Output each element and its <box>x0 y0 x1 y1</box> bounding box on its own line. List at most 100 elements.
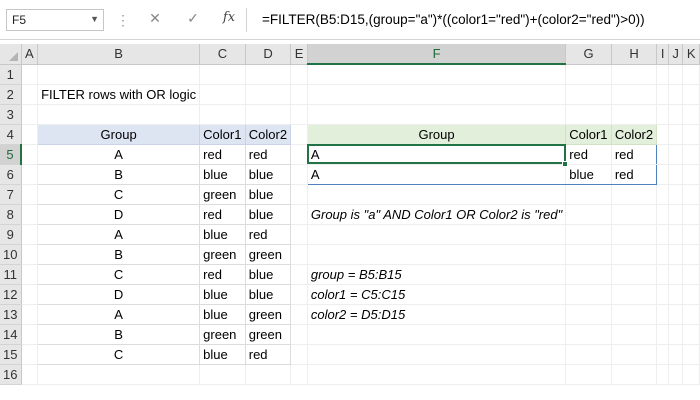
output-cell[interactable]: red <box>611 164 658 185</box>
cell[interactable] <box>307 364 567 385</box>
drag-handle-icon[interactable]: ⋮ <box>116 12 131 29</box>
cell[interactable] <box>565 84 612 105</box>
source-cell[interactable]: blue <box>199 163 246 185</box>
name-box[interactable]: F5 ▼ <box>6 9 104 31</box>
insert-function-icon[interactable]: fx <box>220 10 238 25</box>
cell[interactable] <box>682 364 700 385</box>
cell[interactable] <box>565 224 612 245</box>
cell[interactable] <box>565 324 612 345</box>
cell[interactable] <box>290 84 308 105</box>
cell[interactable] <box>21 264 39 285</box>
cell[interactable] <box>290 324 308 345</box>
cell[interactable] <box>668 224 684 245</box>
cell[interactable] <box>307 84 567 105</box>
cell[interactable] <box>307 184 567 205</box>
cell[interactable] <box>21 364 39 385</box>
named-range-color2[interactable]: color2 = D5:D15 <box>307 304 567 325</box>
cell[interactable] <box>565 184 612 205</box>
source-cell[interactable]: blue <box>244 283 292 305</box>
cell[interactable] <box>668 204 684 225</box>
cell[interactable] <box>199 64 246 85</box>
cell[interactable] <box>245 364 292 385</box>
cell[interactable] <box>668 104 684 125</box>
cancel-icon[interactable]: ✕ <box>146 10 164 27</box>
cell[interactable] <box>245 84 292 105</box>
cell[interactable] <box>682 64 700 85</box>
cell[interactable] <box>199 84 246 105</box>
cell[interactable] <box>611 244 658 265</box>
cell[interactable] <box>682 184 700 205</box>
sheet-title[interactable]: FILTER rows with OR logic <box>37 84 201 105</box>
column-header-c[interactable]: C <box>199 44 246 65</box>
column-header-a[interactable]: A <box>21 44 39 65</box>
cell[interactable] <box>682 244 700 265</box>
cell[interactable] <box>290 244 308 265</box>
cell[interactable] <box>668 264 684 285</box>
cell[interactable] <box>37 104 201 125</box>
cell[interactable] <box>21 64 39 85</box>
cell[interactable] <box>656 244 669 265</box>
output-cell[interactable]: red <box>565 143 612 165</box>
cell[interactable] <box>21 324 39 345</box>
cell[interactable] <box>245 104 292 125</box>
cell[interactable] <box>682 124 700 145</box>
source-cell[interactable]: blue <box>244 203 292 225</box>
cell[interactable] <box>611 364 658 385</box>
output-header-color1[interactable]: Color1 <box>565 123 612 145</box>
cell[interactable] <box>611 204 658 225</box>
row-header-5[interactable]: 5 <box>0 144 23 165</box>
source-cell[interactable]: C <box>37 263 201 285</box>
source-cell[interactable]: green <box>199 183 246 205</box>
cell[interactable] <box>682 144 700 165</box>
cell[interactable] <box>656 64 669 85</box>
row-header-3[interactable]: 3 <box>0 104 22 125</box>
source-cell[interactable]: C <box>37 183 201 205</box>
cell[interactable] <box>656 324 669 345</box>
cell[interactable] <box>290 344 308 365</box>
worksheet-grid[interactable]: A B C D E F G H I J K 1 2 FILTER rows wi… <box>0 44 700 400</box>
cell[interactable] <box>37 64 201 85</box>
cell[interactable] <box>290 104 308 125</box>
selected-cell-f5[interactable]: A <box>306 143 569 167</box>
row-header-13[interactable]: 13 <box>0 304 22 325</box>
cell[interactable] <box>656 364 669 385</box>
row-header-1[interactable]: 1 <box>0 64 22 85</box>
column-header-b[interactable]: B <box>37 44 201 65</box>
row-header-4[interactable]: 4 <box>0 124 22 145</box>
column-header-i[interactable]: I <box>656 44 669 65</box>
cell[interactable] <box>290 124 308 145</box>
cell[interactable] <box>307 64 567 85</box>
row-header-15[interactable]: 15 <box>0 344 22 365</box>
cell[interactable] <box>307 324 567 345</box>
source-cell[interactable]: D <box>37 283 201 305</box>
cell[interactable] <box>682 164 700 185</box>
cell[interactable] <box>668 84 684 105</box>
source-cell[interactable]: red <box>244 223 292 245</box>
cell[interactable] <box>656 84 669 105</box>
cell[interactable] <box>668 184 684 205</box>
cell[interactable] <box>565 64 612 85</box>
cell[interactable] <box>565 364 612 385</box>
logic-note[interactable]: Group is "a" AND Color1 OR Color2 is "re… <box>307 204 567 225</box>
column-header-e[interactable]: E <box>290 44 308 65</box>
source-header-color1[interactable]: Color1 <box>199 123 246 145</box>
row-header-7[interactable]: 7 <box>0 184 22 205</box>
cell[interactable] <box>21 344 39 365</box>
cell[interactable] <box>21 164 39 185</box>
cell[interactable] <box>682 204 700 225</box>
cell[interactable] <box>668 344 684 365</box>
cell[interactable] <box>21 304 39 325</box>
cell[interactable] <box>565 284 612 305</box>
row-header-10[interactable]: 10 <box>0 244 22 265</box>
cell[interactable] <box>668 284 684 305</box>
cell[interactable] <box>565 344 612 365</box>
source-cell[interactable]: green <box>244 243 292 265</box>
cell[interactable] <box>290 224 308 245</box>
cell[interactable] <box>199 104 246 125</box>
source-cell[interactable]: blue <box>244 183 292 205</box>
cell[interactable] <box>668 144 684 165</box>
cell[interactable] <box>668 64 684 85</box>
source-cell[interactable]: A <box>37 303 201 325</box>
source-cell[interactable]: D <box>37 203 201 225</box>
cell[interactable] <box>656 144 669 165</box>
